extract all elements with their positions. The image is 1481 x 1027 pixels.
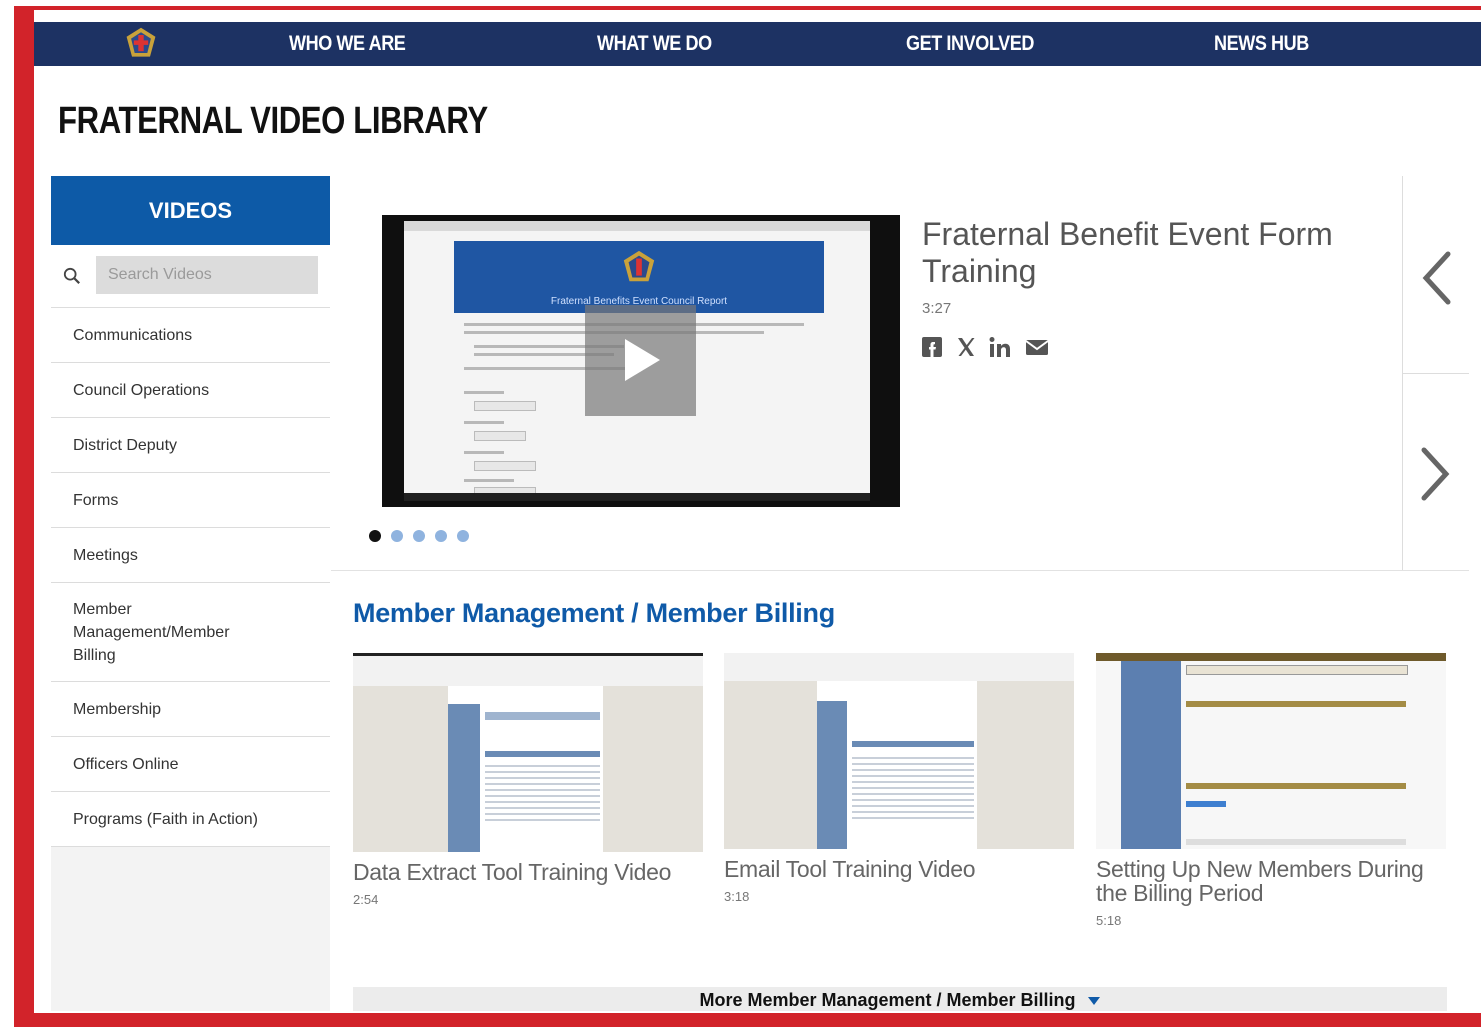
video-card[interactable]: Setting Up New Members During the Billin… <box>1096 653 1446 928</box>
page-title: FRATERNAL VIDEO LIBRARY <box>58 100 488 142</box>
more-videos-label: More Member Management / Member Billing <box>699 990 1076 1010</box>
sidebar-item-programs[interactable]: Programs (Faith in Action) <box>51 792 330 847</box>
carousel-dot[interactable] <box>413 530 425 542</box>
sidebar-item-district-deputy[interactable]: District Deputy <box>51 418 330 473</box>
sidebar-item-member-management[interactable]: Member Management/Member Billing <box>51 583 330 682</box>
x-icon[interactable] <box>955 336 977 358</box>
sidebar-item-communications[interactable]: Communications <box>51 308 330 363</box>
top-nav: WHO WE ARE WHAT WE DO GET INVOLVED NEWS … <box>34 22 1481 66</box>
carousel-dot[interactable] <box>369 530 381 542</box>
featured-video-title[interactable]: Fraternal Benefit Event Form Training <box>922 216 1382 290</box>
sidebar-item-label: Member Management/Member Billing <box>73 600 230 664</box>
sidebar-item-forms[interactable]: Forms <box>51 473 330 528</box>
video-card[interactable]: Data Extract Tool Training Video 2:54 <box>353 653 703 907</box>
knights-of-columbus-emblem-icon[interactable] <box>122 26 160 62</box>
carousel-dot[interactable] <box>435 530 447 542</box>
video-thumbnail[interactable] <box>724 653 1074 849</box>
nav-get-involved[interactable]: GET INVOLVED <box>906 22 1034 66</box>
section-title[interactable]: Member Management / Member Billing <box>353 598 835 629</box>
carousel-prev-arrow-icon[interactable] <box>1420 250 1454 306</box>
more-videos-button[interactable]: More Member Management / Member Billing <box>353 987 1447 1011</box>
featured-video-duration: 3:27 <box>922 300 952 317</box>
nav-news-hub[interactable]: NEWS HUB <box>1214 22 1309 66</box>
nav-who-we-are[interactable]: WHO WE ARE <box>289 22 406 66</box>
search-icon[interactable] <box>63 267 81 285</box>
play-button[interactable] <box>585 305 696 416</box>
video-duration: 2:54 <box>353 892 379 907</box>
sidebar: VIDEOS Communications Council Operations… <box>51 176 330 1011</box>
sidebar-item-council-operations[interactable]: Council Operations <box>51 363 330 418</box>
video-title[interactable]: Data Extract Tool Training Video <box>353 860 703 884</box>
facebook-icon[interactable] <box>921 336 943 358</box>
divider <box>1403 373 1469 374</box>
sidebar-item-meetings[interactable]: Meetings <box>51 528 330 583</box>
email-icon[interactable] <box>1025 337 1049 357</box>
video-card[interactable]: Email Tool Training Video 3:18 <box>724 653 1074 904</box>
featured-video-player[interactable]: Fraternal Benefits Event Council Report <box>382 215 900 507</box>
sidebar-item-membership[interactable]: Membership <box>51 682 330 737</box>
caret-down-icon <box>1087 997 1100 1006</box>
sidebar-item-officers-online[interactable]: Officers Online <box>51 737 330 792</box>
search-row <box>51 245 330 308</box>
video-duration: 3:18 <box>724 889 750 904</box>
linkedin-icon[interactable] <box>989 336 1013 358</box>
carousel-dots <box>369 530 469 542</box>
carousel-next-arrow-icon[interactable] <box>1418 446 1452 502</box>
nav-what-we-do[interactable]: WHAT WE DO <box>597 22 712 66</box>
video-thumbnail[interactable] <box>1096 653 1446 849</box>
video-title[interactable]: Email Tool Training Video <box>724 857 1074 881</box>
share-icons <box>921 336 1049 358</box>
search-input[interactable] <box>96 256 318 294</box>
video-thumbnail[interactable] <box>353 653 703 852</box>
emblem-icon <box>623 250 655 282</box>
video-title[interactable]: Setting Up New Members During the Billin… <box>1096 857 1446 905</box>
play-icon <box>625 339 660 381</box>
sidebar-header: VIDEOS <box>51 176 330 245</box>
divider <box>331 570 1469 571</box>
video-banner: Fraternal Benefits Event Council Report <box>454 241 824 313</box>
carousel-dot[interactable] <box>457 530 469 542</box>
carousel-dot[interactable] <box>391 530 403 542</box>
video-duration: 5:18 <box>1096 913 1122 928</box>
